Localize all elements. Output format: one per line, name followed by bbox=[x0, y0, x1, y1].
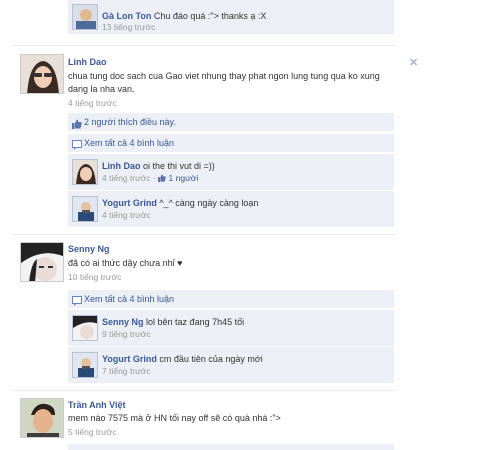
comment-text: oi the thi vut di =)) bbox=[143, 161, 215, 171]
comment-time[interactable]: 4 tiếng trước bbox=[102, 210, 151, 220]
comment-box: Yogurt Grind ^_^ càng ngày càng loạn 4 t… bbox=[68, 191, 394, 228]
comment-box: Linh Dao oi the thi vut di =)) 4 tiếng t… bbox=[68, 154, 394, 191]
comment-icon bbox=[72, 138, 82, 150]
comment-author[interactable]: Yogurt Grind bbox=[102, 198, 157, 208]
comment-box: Gà Lon Ton Chu đáo quá :"> thanks ạ :X 1… bbox=[68, 0, 394, 35]
comment-time[interactable]: 9 tiếng trước bbox=[102, 329, 151, 339]
close-icon[interactable]: ✕ bbox=[409, 56, 418, 69]
thumbs-up-icon bbox=[72, 117, 82, 129]
view-all-label[interactable]: Xem tất cả 4 bình luận bbox=[84, 138, 174, 148]
avatar[interactable] bbox=[72, 4, 98, 30]
view-all-comments[interactable]: Xem tất cả 4 bình luận bbox=[68, 134, 394, 152]
divider bbox=[12, 234, 396, 235]
view-all-label[interactable]: Xem tất cả 4 bình luận bbox=[84, 294, 174, 304]
avatar[interactable] bbox=[20, 54, 64, 94]
comment-text: Chu đáo quá :"> thanks ạ :X bbox=[153, 11, 267, 21]
likes-bar: 2 người thích điều này. bbox=[68, 113, 394, 131]
post-text: chua tung doc sach cua Gao viet nhung th… bbox=[68, 71, 380, 94]
post-time[interactable]: 4 tiếng trước bbox=[68, 98, 117, 108]
avatar[interactable] bbox=[72, 196, 98, 222]
comment-text: cm đầu tiên của ngày mới bbox=[159, 354, 263, 364]
view-all-comments[interactable]: Xem tất cả 4 bình luận bbox=[68, 290, 394, 308]
comment-like-count[interactable]: 1 người bbox=[169, 173, 199, 183]
post-time[interactable]: 5 tiếng trước bbox=[68, 427, 117, 437]
divider bbox=[12, 390, 396, 391]
separator: · bbox=[150, 173, 159, 183]
comment-author[interactable]: Gà Lon Ton bbox=[102, 11, 151, 21]
avatar[interactable] bbox=[20, 242, 64, 282]
comment-time[interactable]: 4 tiếng trước bbox=[102, 173, 151, 183]
avatar[interactable] bbox=[20, 398, 64, 438]
comment-box: Yogurt Grind cm đầu tiên của ngày mới 7 … bbox=[68, 347, 394, 384]
likes-link[interactable]: 2 người thích điều này. bbox=[84, 117, 176, 127]
avatar[interactable] bbox=[72, 315, 98, 341]
comment-box: Senny Ng lol bên taz đang 7h45 tối 9 tiế… bbox=[68, 310, 394, 347]
post-time[interactable]: 10 tiếng trước bbox=[68, 272, 121, 282]
post-author[interactable]: Linh Dao bbox=[68, 57, 107, 67]
post-text: mem nào 7575 mà ở HN tối nay off sẽ có q… bbox=[68, 413, 281, 423]
comment-author[interactable]: Yogurt Grind bbox=[102, 354, 157, 364]
thumbs-up-icon bbox=[158, 174, 166, 184]
comment-text: ^_^ càng ngày càng loạn bbox=[159, 198, 259, 208]
post-author[interactable]: Senny Ng bbox=[68, 244, 110, 254]
comment-meta: 4 tiếng trước · 1 người bbox=[102, 173, 198, 184]
comment-text: lol bên taz đang 7h45 tối bbox=[146, 317, 245, 327]
comment-time[interactable]: 13 tiếng trước bbox=[102, 22, 155, 32]
comment-author[interactable]: Senny Ng bbox=[102, 317, 144, 327]
avatar[interactable] bbox=[72, 159, 98, 185]
comment-box-partial bbox=[68, 444, 394, 450]
comment-author[interactable]: Linh Dao bbox=[102, 161, 141, 171]
post-text: đã có ai thức dậy chưa nhỉ ♥ bbox=[68, 258, 183, 268]
comment-time[interactable]: 7 tiếng trước bbox=[102, 366, 151, 376]
avatar[interactable] bbox=[72, 352, 98, 378]
divider bbox=[12, 45, 396, 46]
comment-icon bbox=[72, 294, 82, 306]
post-author[interactable]: Trần Anh Việt bbox=[68, 400, 126, 410]
